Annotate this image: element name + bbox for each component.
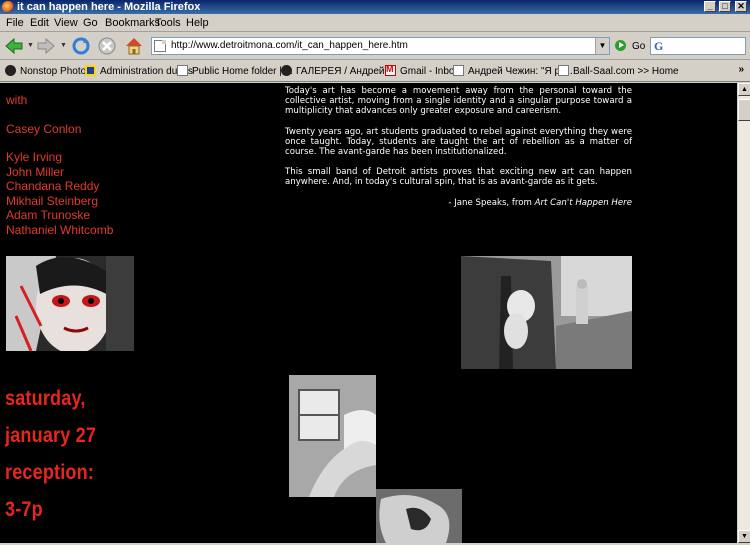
essay-signature: - Jane Speaks, from Art Can't Happen Her… [448, 197, 632, 208]
essay-paragraph: This small band of Detroit artists prove… [285, 167, 632, 188]
window-title: it can happen here - Mozilla Firefox [17, 1, 201, 13]
maximize-button[interactable]: □ [719, 1, 731, 12]
artist-list: with Casey Conlon Kyle Irving John Mille… [6, 93, 113, 237]
essay-paragraph: Twenty years ago, art students graduated… [285, 126, 632, 158]
admin-icon [85, 65, 96, 76]
back-button[interactable] [4, 36, 24, 56]
artist-name: Adam Trunoske [6, 208, 91, 222]
page-icon [453, 65, 464, 76]
bookmark-chezhin[interactable]: Андрей Чежин: "Я рк... [453, 65, 573, 77]
stop-button[interactable] [97, 36, 117, 56]
artist-name: Chandana Reddy [6, 179, 100, 193]
photo-crouched-figure [376, 489, 462, 543]
nonstop-icon [5, 65, 16, 76]
page-icon [177, 65, 188, 76]
reload-button[interactable] [71, 36, 91, 56]
curator-name: Casey Conlon [6, 121, 82, 136]
menu-bar: File Edit View Go Bookmarks Tools Help [0, 14, 750, 32]
essay-text: Today's art has become a movement away f… [285, 86, 632, 218]
menu-view[interactable]: View [54, 17, 78, 29]
event-time: 3-7p [5, 498, 43, 521]
artist-name: John Miller [6, 164, 65, 179]
event-details: saturday, january 27 reception: 3-7p [5, 380, 96, 528]
photo-window-legs [289, 375, 376, 497]
event-reception: reception: [5, 461, 95, 484]
artwork-face-painting [6, 256, 134, 351]
page-content: with Casey Conlon Kyle Irving John Mille… [0, 83, 737, 543]
reload-icon [72, 37, 90, 55]
forward-dropdown-icon[interactable]: ▼ [60, 42, 67, 49]
photo-street-scene [461, 256, 632, 369]
essay-paragraph: Today's art has become a movement away f… [285, 86, 632, 117]
back-arrow-icon [5, 37, 23, 55]
go-button[interactable]: Go [632, 41, 645, 52]
artists-intro: with [6, 93, 28, 107]
menu-edit[interactable]: Edit [30, 17, 49, 29]
page-icon [154, 40, 166, 52]
nonstop-icon [281, 65, 292, 76]
navigation-toolbar: ▼ ▼ http://www.detroitmona.com/it_can_ha… [0, 32, 750, 60]
google-icon: G [654, 39, 664, 53]
scroll-up-button[interactable]: ▲ [738, 83, 750, 96]
url-dropdown-button[interactable]: ▼ [595, 38, 609, 54]
bookmark-gallery[interactable]: ГАЛЕРЕЯ / Андрей ... [281, 65, 396, 77]
stop-icon [98, 37, 116, 55]
artist-name: Nathaniel Whitcomb [6, 222, 114, 237]
search-input[interactable]: G [650, 37, 746, 55]
menu-file[interactable]: File [6, 17, 24, 29]
minimize-button[interactable]: _ [704, 1, 716, 12]
bookmark-nonstop-photos[interactable]: Nonstop Photos [5, 65, 91, 77]
menu-help[interactable]: Help [186, 17, 209, 29]
menu-tools[interactable]: Tools [155, 17, 181, 29]
bookmarks-overflow-icon[interactable]: » [738, 64, 744, 75]
close-button[interactable]: ✕ [735, 1, 747, 12]
gmail-icon [385, 64, 396, 76]
menu-go[interactable]: Go [83, 17, 98, 29]
url-text[interactable]: http://www.detroitmona.com/it_can_happen… [171, 40, 408, 51]
go-icon[interactable] [615, 40, 626, 51]
artist-name: Mikhail Steinberg [6, 193, 99, 208]
forward-arrow-icon [37, 37, 55, 55]
bookmarks-toolbar: Nonstop Photos Administration duties Pub… [0, 60, 750, 82]
artist-name: Kyle Irving [6, 150, 63, 164]
firefox-icon [2, 1, 14, 13]
bookmark-gmail[interactable]: Gmail - Inbox [385, 64, 459, 77]
scroll-thumb[interactable] [738, 99, 750, 121]
vertical-scrollbar[interactable]: ▲ ▼ [737, 83, 750, 543]
bookmark-ball-saal[interactable]: Ball-Saal.com >> Home [558, 65, 679, 77]
event-date: january 27 [5, 424, 97, 447]
scroll-down-button[interactable]: ▼ [738, 530, 750, 543]
event-day: saturday, [5, 387, 86, 410]
home-icon [126, 38, 142, 55]
bookmark-public-home[interactable]: Public Home folder | ... [177, 65, 293, 77]
home-button[interactable] [124, 36, 144, 56]
title-bar: it can happen here - Mozilla Firefox _ □… [0, 0, 750, 14]
url-bar[interactable]: http://www.detroitmona.com/it_can_happen… [151, 37, 610, 55]
menu-bookmarks[interactable]: Bookmarks [105, 17, 160, 29]
page-icon [558, 65, 569, 76]
back-dropdown-icon[interactable]: ▼ [27, 42, 34, 49]
forward-button[interactable] [36, 36, 56, 56]
